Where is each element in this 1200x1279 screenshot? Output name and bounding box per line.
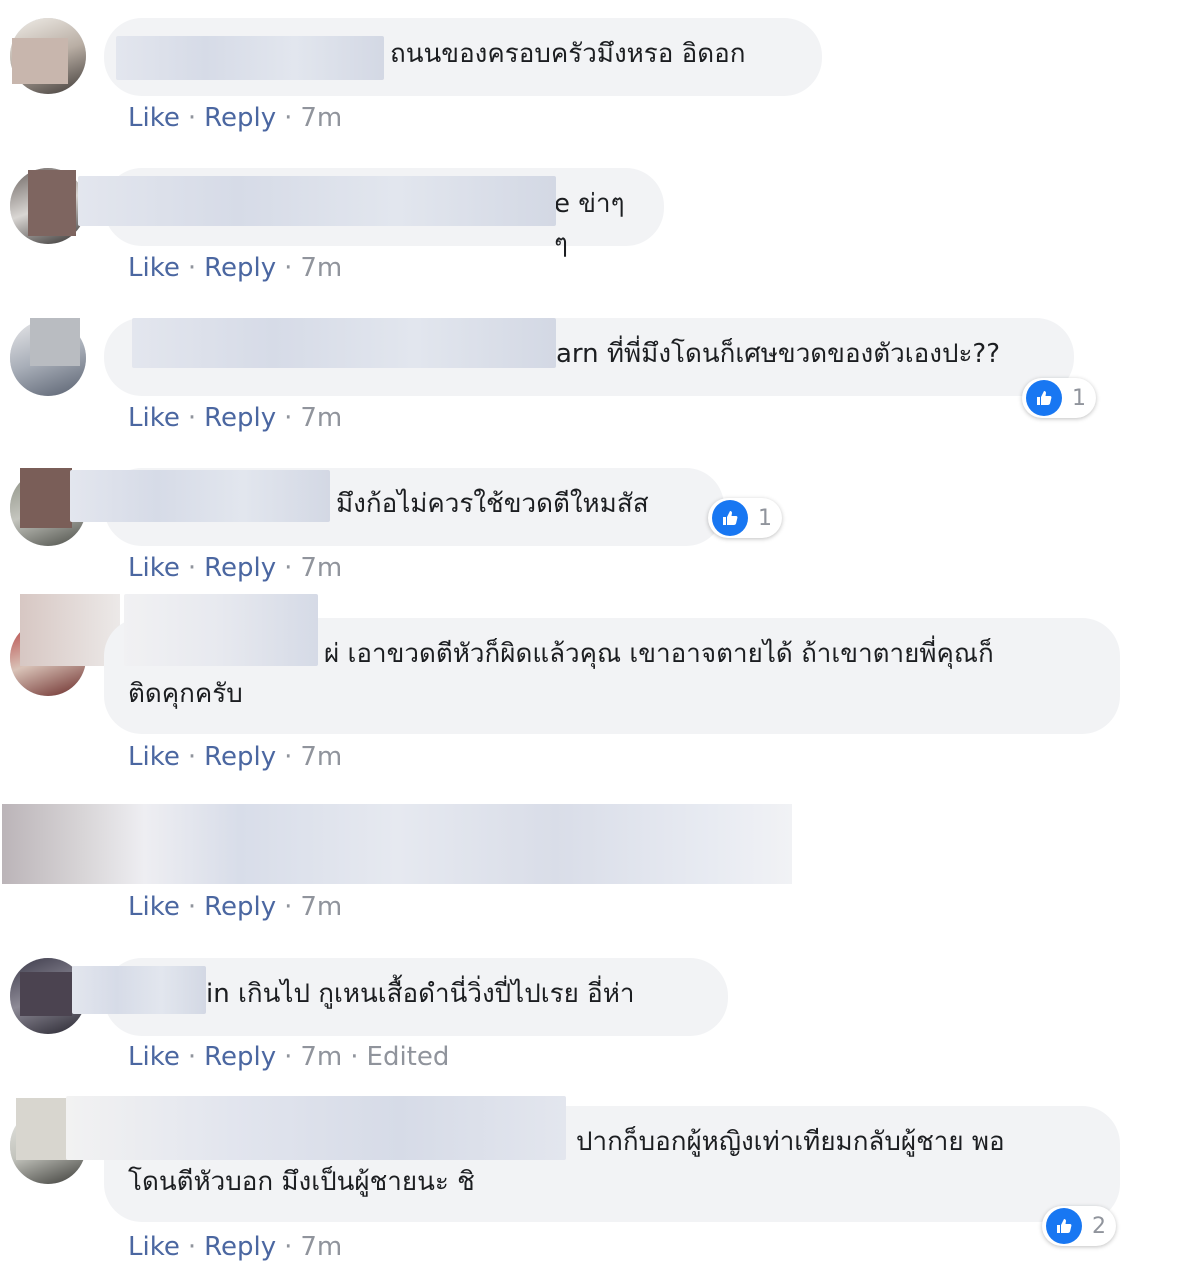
censor-mosaic — [30, 318, 80, 366]
like-button[interactable]: Like — [128, 103, 180, 133]
separator: · — [284, 1042, 293, 1072]
like-button[interactable]: Like — [128, 892, 180, 922]
reply-button[interactable]: Reply — [204, 742, 276, 772]
reply-button[interactable]: Reply — [204, 1232, 276, 1262]
timestamp[interactable]: 7m — [300, 103, 342, 133]
reaction-count: 2 — [1092, 1213, 1106, 1239]
timestamp[interactable]: 7m — [300, 253, 342, 283]
separator: · — [284, 253, 293, 283]
timestamp[interactable]: 7m — [300, 1042, 342, 1072]
comment-actions: Like · Reply · 7m — [128, 741, 342, 773]
like-thumb-icon — [712, 500, 748, 536]
like-button[interactable]: Like — [128, 1042, 180, 1072]
reaction-badge[interactable]: 1 — [708, 498, 782, 538]
blurred-author-name — [124, 594, 318, 666]
comment-actions: Like · Reply · 7m — [128, 402, 342, 434]
like-thumb-icon — [1046, 1208, 1082, 1244]
censor-mosaic — [20, 972, 72, 1016]
separator: · — [187, 253, 197, 283]
separator: · — [187, 553, 197, 583]
comment-text: e ข่าๆๆ — [554, 189, 625, 259]
reply-button[interactable]: Reply — [204, 103, 276, 133]
reply-button[interactable]: Reply — [204, 553, 276, 583]
censor-mosaic — [20, 468, 72, 528]
comment-text: arn ที่พี่มึงโดนก็เศษขวดของตัวเองปะ?? — [556, 339, 1001, 369]
blurred-author-name — [132, 318, 556, 368]
timestamp[interactable]: 7m — [300, 403, 342, 433]
blurred-author-name — [66, 1096, 566, 1160]
separator: · — [187, 403, 197, 433]
comment-actions: Like · Reply · 7m — [128, 102, 342, 134]
comment-actions: Like · Reply · 7m — [128, 1231, 342, 1263]
separator: · — [350, 1042, 359, 1072]
reaction-badge[interactable]: 1 — [1022, 378, 1096, 418]
reply-button[interactable]: Reply — [204, 403, 276, 433]
like-thumb-icon — [1026, 380, 1062, 416]
censored-comment-block — [2, 804, 792, 884]
separator: · — [284, 1232, 293, 1262]
like-button[interactable]: Like — [128, 253, 180, 283]
blurred-author-name — [116, 36, 384, 80]
separator: · — [284, 103, 293, 133]
comment-text: มึงก้อไม่ควรใช้ขวดตีใหมสัส — [336, 489, 649, 519]
separator: · — [187, 742, 197, 772]
separator: · — [187, 103, 197, 133]
separator: · — [284, 742, 293, 772]
like-button[interactable]: Like — [128, 553, 180, 583]
comment-actions: Like · Reply · 7m · Edited — [128, 1041, 449, 1073]
timestamp[interactable]: 7m — [300, 892, 342, 922]
censor-mosaic — [12, 38, 68, 84]
comment-actions: Like · Reply · 7m — [128, 252, 342, 284]
like-button[interactable]: Like — [128, 742, 180, 772]
blurred-author-name — [70, 470, 330, 522]
separator: · — [187, 892, 197, 922]
reaction-count: 1 — [1072, 385, 1086, 411]
separator: · — [284, 892, 293, 922]
comment-actions: Like · Reply · 7m — [128, 891, 342, 923]
separator: · — [187, 1042, 197, 1072]
censor-mosaic — [16, 1098, 68, 1160]
edited-label[interactable]: Edited — [367, 1042, 450, 1072]
separator: · — [284, 553, 293, 583]
timestamp[interactable]: 7m — [300, 1232, 342, 1262]
reaction-badge[interactable]: 2 — [1042, 1206, 1116, 1246]
blurred-author-name — [72, 966, 206, 1014]
reply-button[interactable]: Reply — [204, 253, 276, 283]
comment-text: in เกินไป กูเหนเสื้อดำนี่วิ่งปี่ไปเรย อี… — [206, 979, 635, 1009]
reaction-count: 1 — [758, 505, 772, 531]
timestamp[interactable]: 7m — [300, 742, 342, 772]
comment-actions: Like · Reply · 7m — [128, 552, 342, 584]
reply-button[interactable]: Reply — [204, 1042, 276, 1072]
like-button[interactable]: Like — [128, 403, 180, 433]
separator: · — [187, 1232, 197, 1262]
like-button[interactable]: Like — [128, 1232, 180, 1262]
blurred-author-name — [78, 176, 556, 226]
timestamp[interactable]: 7m — [300, 553, 342, 583]
reply-button[interactable]: Reply — [204, 892, 276, 922]
separator: · — [284, 403, 293, 433]
censor-mosaic — [28, 170, 76, 236]
comment-text: ถนนของครอบครัวมึงหรอ อิดอก — [390, 39, 746, 69]
